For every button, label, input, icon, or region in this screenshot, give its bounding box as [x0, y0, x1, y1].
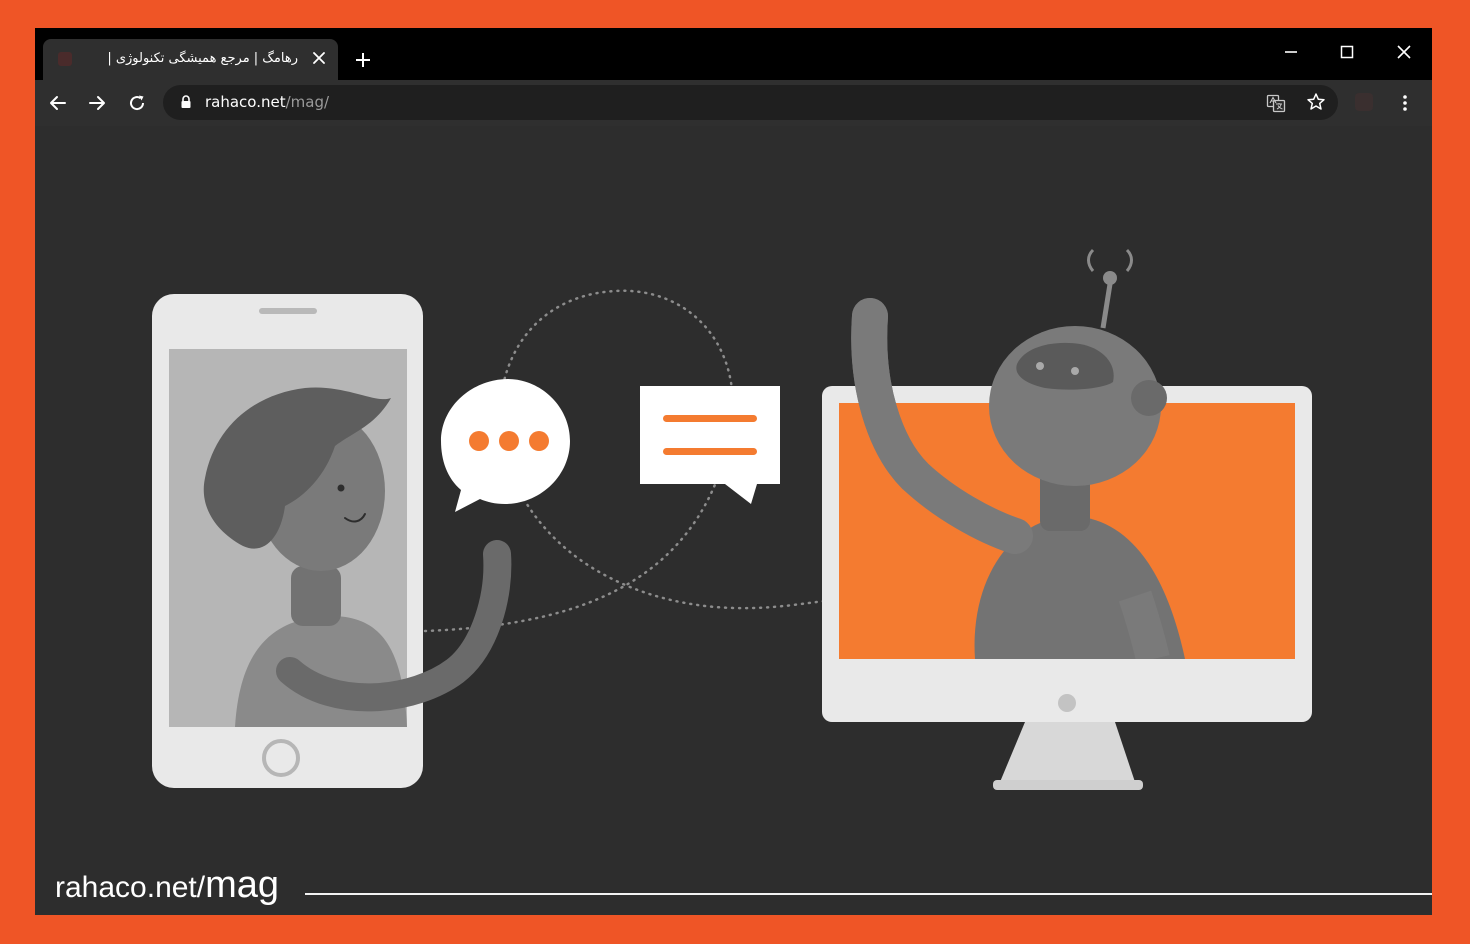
footer-divider-line [305, 893, 1432, 895]
browser-tab[interactable]: رهامگ | مرجع همیشگی تکنولوژی | [43, 39, 338, 80]
minimize-icon [1285, 51, 1297, 53]
message-card [640, 386, 780, 504]
phone-illustration [152, 294, 512, 788]
arrow-left-icon [50, 96, 66, 110]
arrow-right-icon [89, 96, 105, 110]
kebab-menu-icon [1403, 95, 1407, 111]
url-path: /mag/ [285, 93, 330, 111]
lock-icon [181, 95, 191, 108]
maximize-button[interactable] [1331, 36, 1363, 68]
rahaco-favicon-icon [58, 52, 72, 66]
close-icon [313, 52, 325, 64]
browser-toolbar: rahaco.net/mag/ [35, 80, 1432, 127]
extension-icon[interactable] [1355, 93, 1373, 111]
browser-window: رهامگ | مرجع همیشگی تکنولوژی | rahaco.ne… [35, 28, 1432, 915]
orange-frame: رهامگ | مرجع همیشگی تکنولوژی | rahaco.ne… [0, 0, 1470, 944]
maximize-icon [1340, 45, 1354, 59]
typing-speech-bubble [441, 379, 570, 512]
browser-menu-button[interactable] [1395, 89, 1415, 117]
close-window-button[interactable] [1388, 36, 1420, 68]
back-button[interactable] [43, 88, 73, 118]
url-text[interactable]: rahaco.net/mag/ [205, 93, 329, 112]
reload-button[interactable] [122, 88, 152, 118]
footer-mag-text: mag [205, 864, 280, 906]
title-bar: رهامگ | مرجع همیشگی تکنولوژی | [35, 28, 1432, 80]
plus-icon [356, 53, 370, 67]
reload-icon [130, 95, 145, 111]
url-host: rahaco.net [205, 93, 286, 111]
address-bar[interactable]: rahaco.net/mag/ [163, 85, 1338, 120]
chatbot-illustration [152, 248, 1312, 790]
page-content: rahaco.net/mag [35, 126, 1432, 915]
star-icon[interactable] [1306, 92, 1326, 112]
footer-site-text: rahaco.net/ [55, 871, 206, 904]
forward-button[interactable] [82, 88, 112, 118]
close-icon [1397, 45, 1411, 59]
footer-site-link[interactable]: rahaco.net/mag [55, 864, 280, 906]
minimize-button[interactable] [1275, 36, 1307, 68]
tab-title: رهامگ | مرجع همیشگی تکنولوژی | [107, 51, 298, 66]
tab-close-button[interactable] [310, 49, 328, 67]
new-tab-button[interactable] [351, 48, 375, 72]
translate-icon[interactable] [1266, 93, 1286, 113]
